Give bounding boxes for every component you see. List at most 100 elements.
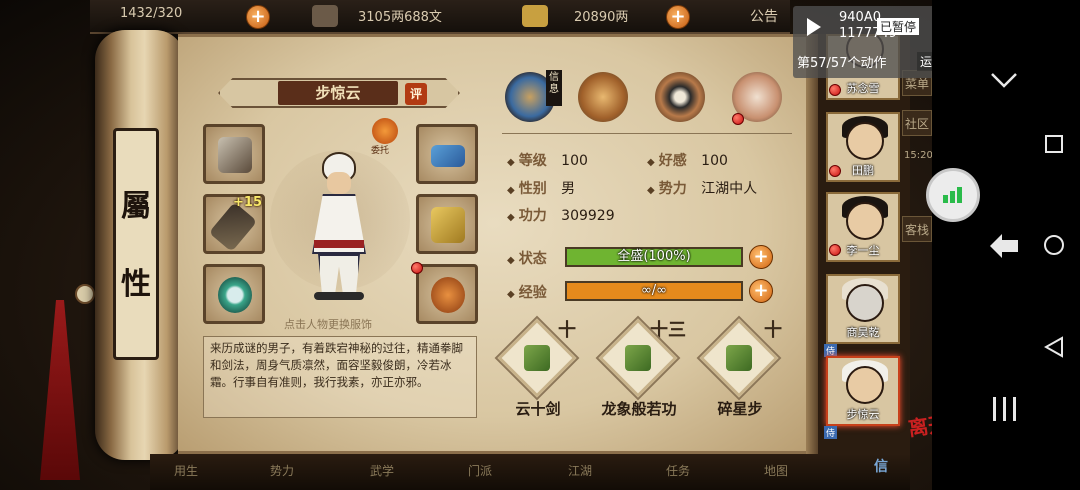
gender-key: 性别 [518,181,547,197]
gender-row: ◆ 性别 男 [507,178,575,198]
notice-button[interactable]: 公告 [750,6,778,26]
armor-icon [431,207,465,243]
nav-item[interactable]: 势力 [270,462,294,479]
roster-card-selected[interactable]: 步惊云 [826,356,900,426]
exp-bar: ∞/∞ [565,281,743,301]
equip-slot-ring[interactable] [203,264,265,324]
avatar [846,366,884,404]
state-bar: 全盛(100%) [565,247,743,267]
weapon-enhance-level: +15 [233,195,262,210]
play-icon[interactable] [807,18,821,36]
entrust-label: 委托 [371,146,390,156]
gold-icon [522,5,548,27]
side-time: 15:20 [904,150,933,161]
belt-icon [431,145,465,167]
faction-row: ◆ 势力 江湖中人 [647,178,757,198]
hero-face[interactable] [327,172,351,194]
diamond-icon: ◆ [507,157,515,168]
evaluate-button[interactable]: 评 [405,83,427,105]
roster-name: 步惊云 [846,408,880,421]
nav-item[interactable]: 任务 [666,462,690,479]
panel-edge [806,34,818,454]
pouch-icon [431,277,465,313]
menu-icon[interactable] [990,394,1020,424]
tab-info-label: 信息 [546,70,562,106]
tab-alert-dot [732,113,744,125]
nav-item[interactable]: 江湖 [568,462,592,479]
favor-value: 100 [701,153,728,169]
roster-card[interactable]: 商昊乾 [826,274,900,344]
nav-item[interactable]: 武学 [370,462,394,479]
martial-name: 碎星步 [717,400,763,418]
hero-name: 步惊云 [278,81,398,105]
diamond-icon: ◆ [647,157,655,168]
faction-value: 江湖中人 [701,181,758,197]
back-arrow-icon[interactable] [988,232,1020,260]
ring-icon [218,277,252,313]
nav-item[interactable]: 门派 [468,462,492,479]
internal-art-icon [625,345,651,371]
diamond-icon: ◆ [507,255,515,266]
gender-value: 男 [561,181,576,197]
roster-alert-dot [829,165,841,177]
mail-button[interactable]: 信 [874,456,888,476]
power-value: 309929 [561,208,615,224]
signal-bar [957,187,962,203]
side-inn-button[interactable]: 客栈 [902,216,932,242]
hero-sash [314,240,364,248]
scroll-title-char: 屬 [121,189,151,224]
faction-key: 势力 [658,181,687,197]
bottom-nav: 用生 势力 武学 门派 江湖 任务 地图 [150,454,910,490]
signal-bar [943,195,948,203]
martial-name: 龙象般若功 [601,400,677,418]
favor-row: ◆ 好感 100 [647,150,728,170]
state-key: 状态 [518,251,547,267]
level-key: 等级 [518,153,547,169]
exp-row: ◆ 经验 [507,282,547,302]
tab-bagua-icon[interactable] [655,72,705,122]
nav-item[interactable]: 地图 [764,462,788,479]
entrust-icon[interactable] [372,118,398,144]
top-status-bar: 1432/320 + 3105两688文 20890两 + [90,0,790,34]
new-item-dot [411,262,423,274]
sword-scroll-icon [524,345,550,371]
floating-signal-button[interactable] [926,168,980,222]
action-progress: 第57/57个动作 [797,56,887,71]
avatar [846,122,884,160]
back-icon[interactable] [1044,336,1064,358]
level-row: ◆ 等级 100 [507,150,588,170]
change-outfit-hint: 点击人物更换服饰 [284,318,372,331]
equip-slot-gloves[interactable] [203,124,265,184]
hero-description: 来历成谜的男子，有着跌宕神秘的过往，精通拳脚和剑法，周身气质凛然，面容坚毅俊朗，… [203,336,477,418]
add-gold-button[interactable]: + [666,5,690,29]
exp-bar-text: ∞/∞ [640,283,668,298]
scroll-title-char: 性 [121,267,151,302]
silver-amount: 3105两688文 [358,10,442,25]
equip-slot-accessory[interactable] [416,264,478,324]
roster-alert-dot [829,244,841,256]
scroll-tassel [40,300,80,480]
tassel-knot [75,284,95,304]
recorder-id: 940A0 [839,10,881,25]
add-exp-button[interactable]: + [749,279,773,303]
restore-state-button[interactable]: + [749,245,773,269]
tab-scroll-icon[interactable] [578,72,628,122]
roster-name: 商昊乾 [846,326,880,339]
add-capacity-button[interactable]: + [246,5,270,29]
avatar [846,284,884,322]
side-community-button[interactable]: 社区 [902,110,932,136]
collapse-icon[interactable] [990,70,1018,90]
home-icon[interactable] [1043,234,1065,256]
power-key: 功力 [518,208,547,224]
diamond-icon: ◆ [507,289,515,300]
recents-icon[interactable] [1044,134,1064,154]
equip-slot-belt[interactable] [416,124,478,184]
scroll-title-plate: 屬 性 [113,128,159,360]
equip-slot-armor[interactable] [416,194,478,254]
state-bar-text: 全盛(100%) [617,249,691,264]
nav-item[interactable]: 用生 [174,462,198,479]
footwork-scroll-icon [726,345,752,371]
roster-tag: 侍 [824,426,838,439]
avatar [846,202,884,240]
state-row: ◆ 状态 [507,248,547,268]
